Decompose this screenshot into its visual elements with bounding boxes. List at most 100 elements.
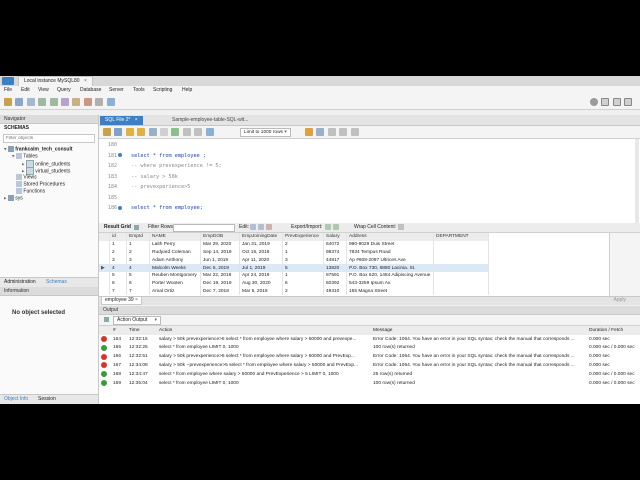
create-schema-icon[interactable] (38, 98, 47, 106)
close-icon[interactable]: × (135, 117, 138, 123)
table-cell[interactable]: 4 (126, 264, 150, 272)
table-cell[interactable]: Jun 1, 2019 (200, 256, 240, 265)
column-header[interactable]: Salary (323, 233, 347, 241)
column-header[interactable]: PrevExperience (282, 233, 324, 241)
expand-arrow-icon[interactable]: ▾ (12, 153, 15, 159)
new-sql-tab-icon[interactable] (4, 98, 12, 106)
table-cell[interactable]: 155 Magna Street (346, 287, 434, 296)
column-header[interactable]: NAME (149, 233, 201, 241)
execute-icon[interactable] (125, 128, 134, 136)
table-row[interactable]: 3 3 Adam Anthony Jun 1, 2019 Apr 11, 2020 3 44… (99, 256, 489, 265)
filter-rows-input[interactable] (173, 224, 235, 232)
table-cell[interactable] (433, 240, 489, 249)
tree-views-item[interactable]: Views (0, 174, 98, 181)
table-cell[interactable]: 60392 (323, 279, 347, 288)
table-cell[interactable]: 7834 Tempus Road (346, 248, 434, 257)
output-row[interactable]: 167 12:34:08 salary > 50k --prevexperience… (99, 361, 640, 370)
tab-administration[interactable]: Administration (4, 279, 36, 285)
beautify-icon[interactable] (305, 128, 313, 136)
table-cell[interactable]: 6 (126, 279, 150, 288)
apply-button[interactable]: Apply (613, 297, 626, 303)
table-cell[interactable]: 1 (282, 271, 324, 280)
table-cell[interactable]: 5 (109, 271, 127, 280)
menu-file[interactable]: File (4, 87, 12, 93)
find-icon[interactable] (316, 128, 325, 136)
menu-database[interactable]: Database (80, 87, 101, 93)
tab-object-info[interactable]: Object Info (4, 396, 28, 402)
explain-icon[interactable] (148, 128, 157, 136)
toggle-sidebar-icon[interactable] (601, 98, 610, 106)
code-line[interactable]: select * from employee; (131, 203, 222, 214)
rollback-icon[interactable] (194, 128, 203, 136)
tree-table-item[interactable]: ▸ online_students (0, 160, 98, 168)
table-cell[interactable]: Malcolm Weeks (149, 264, 201, 272)
result-grid-tab[interactable]: Result Grid (104, 224, 131, 230)
table-cell[interactable]: Rudyard Coleman (149, 248, 201, 257)
output-row[interactable]: 165 12:32:25 select * from employee LIMIT … (99, 344, 640, 353)
tab-schemas[interactable]: Schemas (46, 279, 67, 285)
table-cell[interactable]: 3 (126, 256, 150, 265)
open-file-icon[interactable] (103, 128, 111, 136)
code-line[interactable]: -- where prevexperience != 5; (131, 161, 222, 172)
table-cell[interactable]: 13820 (323, 264, 347, 272)
table-cell[interactable]: Apr 11, 2020 (239, 256, 283, 265)
tree-schema-item[interactable]: ▾ frankcalm_tech_consult (0, 146, 98, 153)
table-cell[interactable]: Ap #608-2097 Ultrices Ave (346, 256, 434, 265)
table-cell[interactable]: 87591 (323, 271, 347, 280)
snippet-icon[interactable] (350, 128, 359, 136)
table-row[interactable]: 7 7 Amal Ortiz Dec 7, 2018 Mar 5, 2019 2 49310… (99, 287, 489, 296)
menu-view[interactable]: View (38, 87, 49, 93)
close-icon[interactable]: × (135, 297, 138, 303)
toggle-continue-icon[interactable] (171, 128, 180, 136)
table-cell[interactable]: 5 (282, 264, 324, 272)
table-cell[interactable]: Sep 14, 2019 (200, 248, 240, 257)
table-cell[interactable] (433, 271, 489, 280)
create-procedure-icon[interactable] (72, 98, 81, 106)
table-cell[interactable]: Dec 7, 2018 (200, 287, 240, 296)
tree-table-item[interactable]: ▸ virtual_students (0, 167, 98, 175)
code-line[interactable] (131, 193, 222, 204)
stop-icon[interactable] (159, 128, 168, 136)
table-cell[interactable]: 1 (282, 248, 324, 257)
tab-session[interactable]: Session (38, 396, 56, 402)
table-cell[interactable]: 543-3259 Ipsum Av. (346, 279, 434, 288)
create-function-icon[interactable] (83, 98, 92, 106)
create-view-icon[interactable] (60, 98, 69, 106)
output-row[interactable]: 169 12:35:04 select * from employee LIMIT … (99, 379, 640, 388)
close-icon[interactable]: × (84, 78, 87, 84)
table-cell[interactable] (433, 256, 489, 265)
table-cell[interactable]: Dec 5, 2019 (200, 264, 240, 272)
code-line[interactable]: select * from employee ; (131, 151, 222, 162)
table-cell[interactable]: 44817 (323, 256, 347, 265)
menu-edit[interactable]: Edit (21, 87, 30, 93)
connection-tab[interactable]: Local instance MySQL80 × (18, 76, 93, 86)
table-cell[interactable]: 7 (126, 287, 150, 296)
table-cell[interactable]: Porter Wooten (149, 279, 201, 288)
code-line[interactable]: -- prevexperience>5 (131, 182, 222, 193)
column-header[interactable]: id (109, 233, 127, 241)
table-cell[interactable]: Oct 15, 2018 (239, 248, 283, 257)
output-row[interactable]: 166 12:32:51 salary > 50k prevexperience>5… (99, 352, 640, 361)
table-cell[interactable]: 2 (109, 248, 127, 257)
toggle-output-icon[interactable] (612, 98, 621, 106)
column-header[interactable]: EmpJoiningDate (239, 233, 283, 241)
column-header[interactable]: Address (346, 233, 434, 241)
sample-table-tab[interactable]: Sample-employee-table-SQL-wit... (167, 116, 253, 125)
tree-tables-item[interactable]: ▾ Tables (0, 153, 98, 160)
table-cell[interactable]: 6 (109, 279, 127, 288)
editor-scrollbar[interactable] (635, 139, 639, 223)
export-icon[interactable] (325, 224, 331, 230)
table-cell[interactable] (433, 287, 489, 296)
limit-rows-select[interactable]: Limit to 1000 rows ▾ (240, 128, 291, 137)
table-cell[interactable]: Amal Ortiz (149, 287, 201, 296)
table-cell[interactable] (433, 264, 489, 272)
table-cell[interactable]: 3 (109, 256, 127, 265)
table-cell[interactable]: Laith Perry (149, 240, 201, 249)
table-cell[interactable]: Jan 31, 2019 (239, 240, 283, 249)
filter-objects-input[interactable] (4, 135, 94, 142)
open-sql-file-icon[interactable] (15, 98, 24, 106)
table-cell[interactable]: 5 (126, 271, 150, 280)
autocommit-icon[interactable] (205, 128, 214, 136)
inspect-icon[interactable] (26, 98, 35, 106)
expand-arrow-icon[interactable]: ▾ (4, 146, 7, 152)
